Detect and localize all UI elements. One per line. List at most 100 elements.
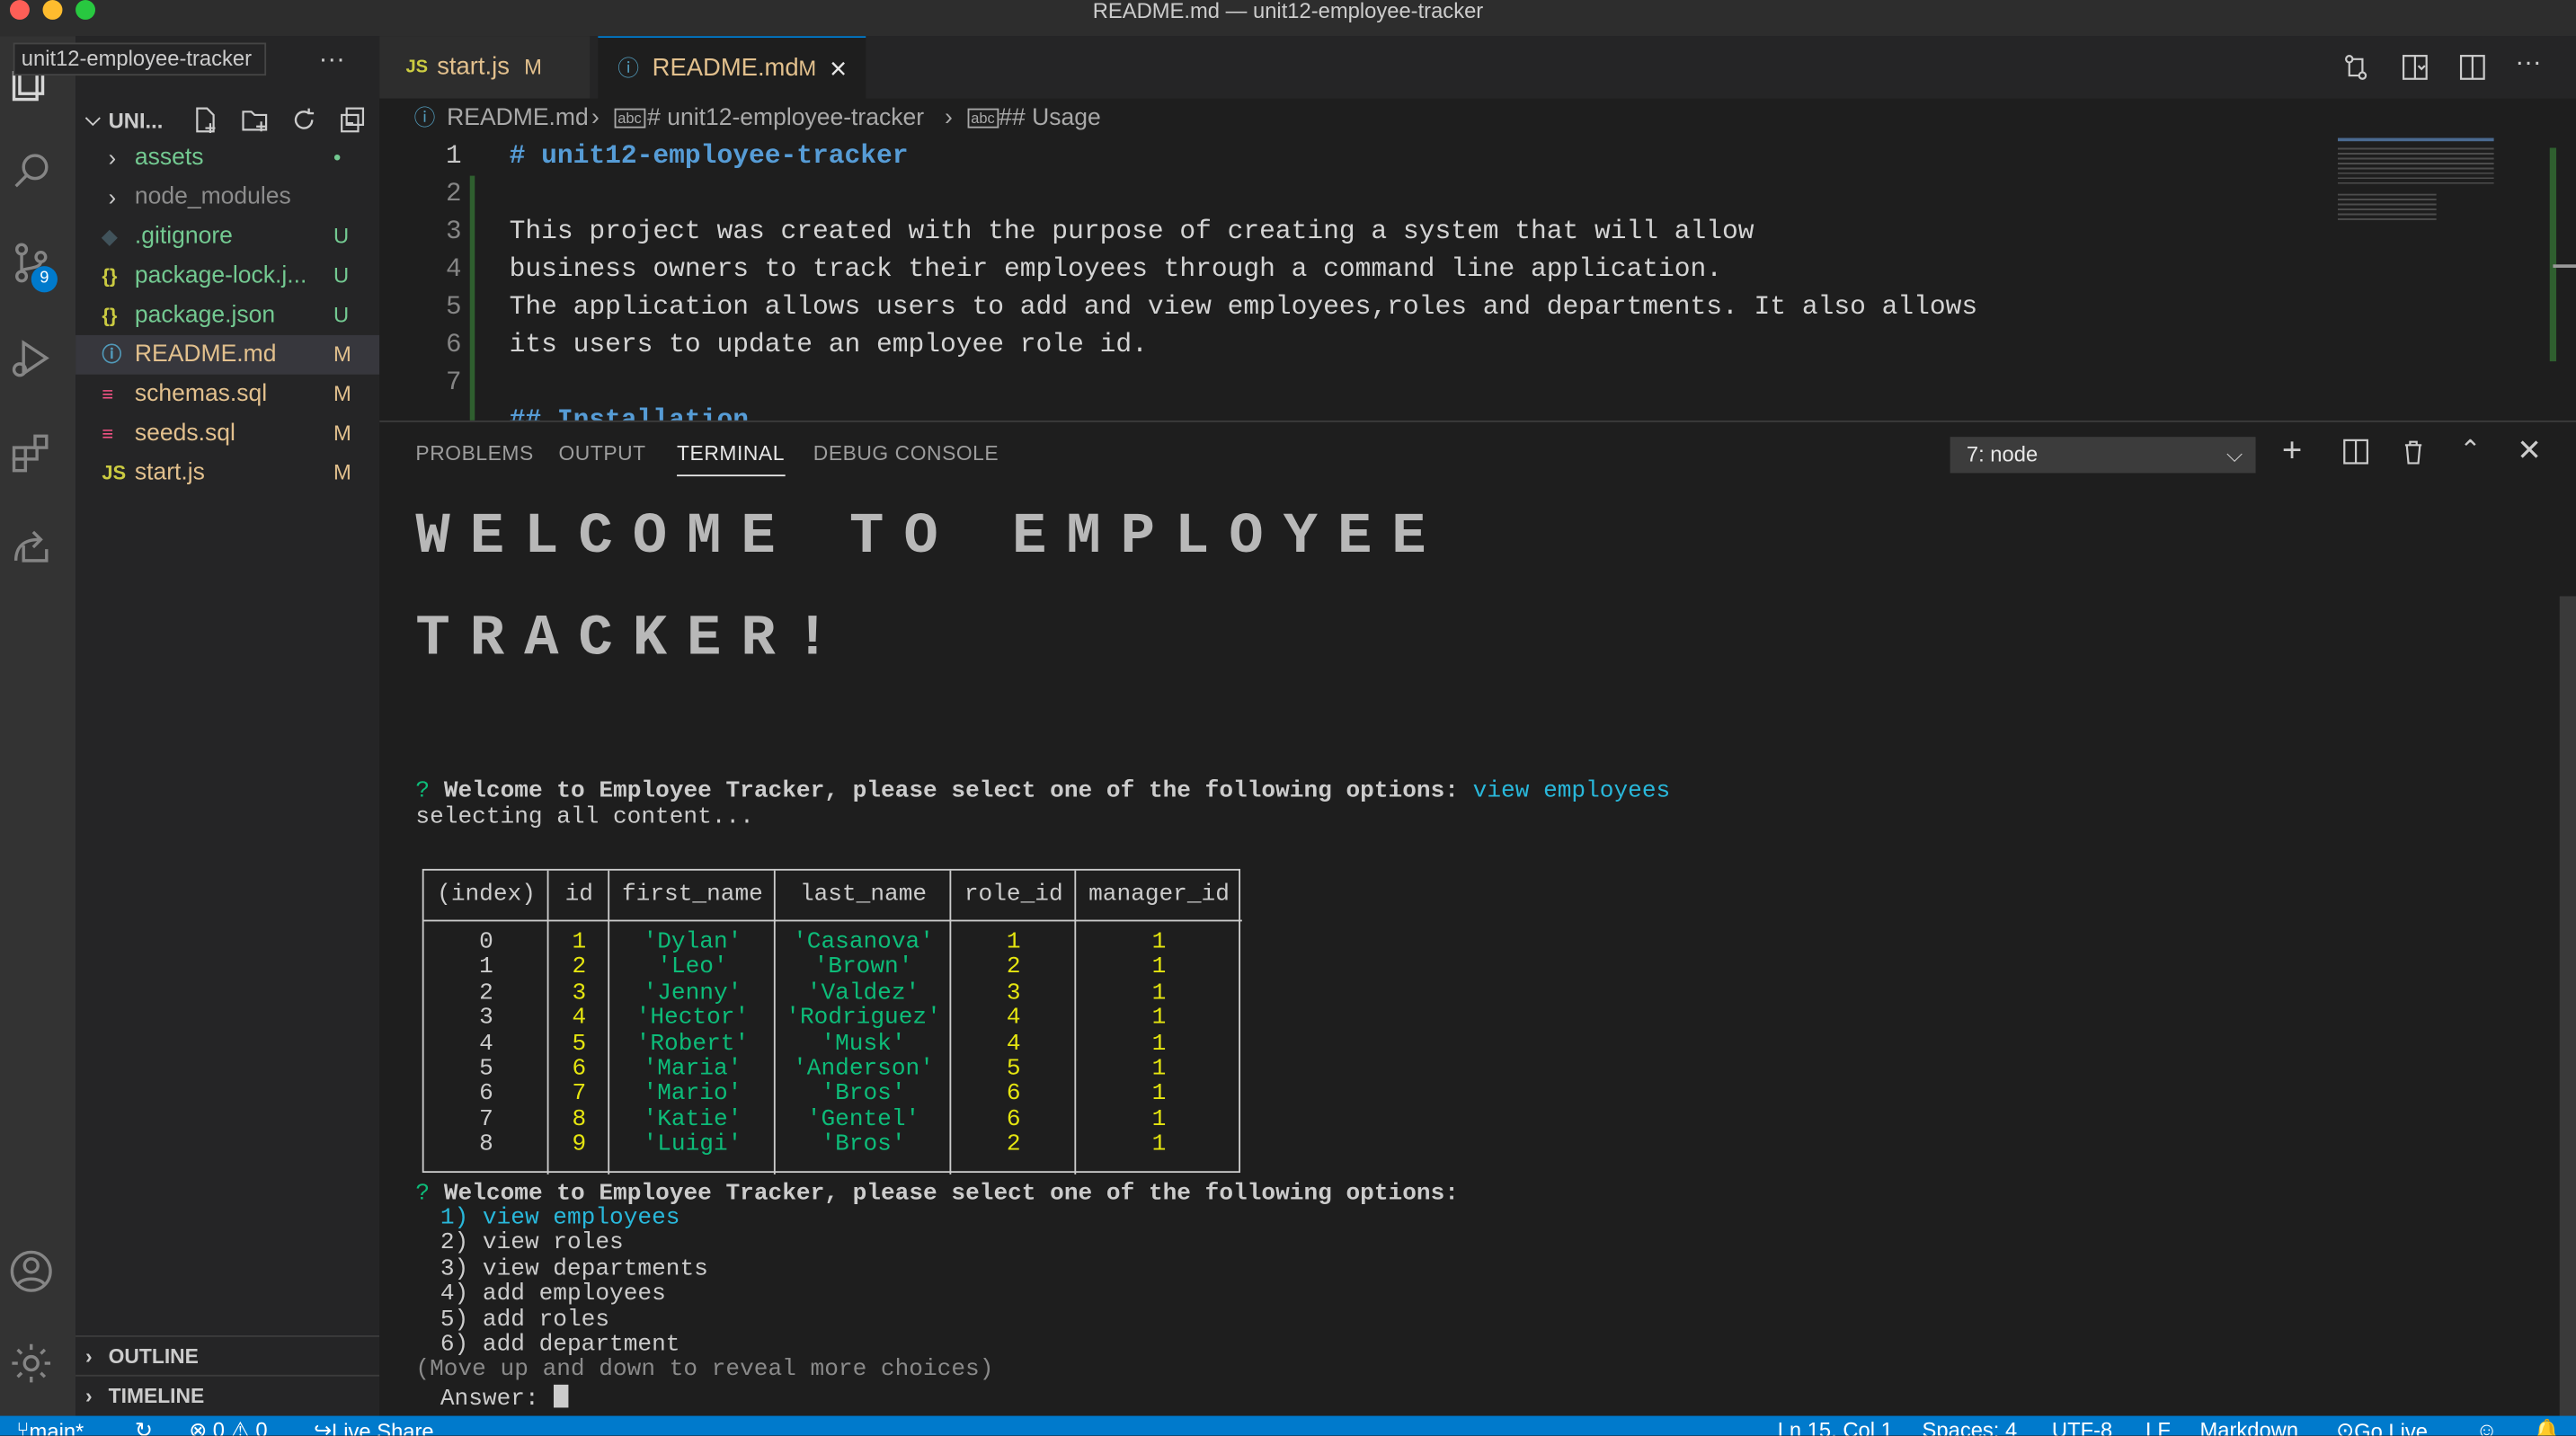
live-share-status[interactable]: ↪ Live Share: [314, 1417, 434, 1435]
extensions-icon[interactable]: [8, 430, 54, 476]
sync-icon[interactable]: ↻: [135, 1417, 153, 1435]
code-line: its users to update an employee role id.: [509, 330, 1148, 360]
git-status-badge: U: [333, 302, 350, 327]
tab-debug-console[interactable]: DEBUG CONSOLE: [813, 442, 999, 465]
chevron-right-icon: ›: [85, 1384, 93, 1408]
menu-option[interactable]: 1) view employees: [440, 1206, 680, 1232]
file-item[interactable]: › assets •: [76, 138, 379, 178]
new-folder-icon[interactable]: [240, 105, 270, 135]
trash-icon[interactable]: [2400, 439, 2426, 465]
feedback-icon[interactable]: ☺: [2476, 1417, 2498, 1435]
go-live-status[interactable]: ⊙ Go Live: [2336, 1417, 2428, 1435]
minimap[interactable]: [2334, 137, 2564, 237]
accounts-icon[interactable]: [8, 1248, 54, 1294]
line-number: 2: [446, 179, 462, 209]
encoding-status[interactable]: UTF-8: [2052, 1417, 2112, 1435]
file-item[interactable]: ≡ schemas.sql M: [76, 375, 379, 414]
close-panel-icon[interactable]: ✕: [2517, 434, 2542, 468]
cursor-position[interactable]: Ln 15, Col 1: [1778, 1417, 1893, 1435]
file-item[interactable]: › node_modules: [76, 177, 379, 217]
table-cell: 8: [572, 1106, 587, 1133]
indentation-status[interactable]: Spaces: 4: [1923, 1417, 2018, 1435]
file-item[interactable]: JS start.js M: [76, 453, 379, 492]
git-status-badge: U: [333, 223, 350, 248]
tab-terminal[interactable]: TERMINAL: [677, 442, 785, 477]
file-item[interactable]: {} package-lock.j... U: [76, 256, 379, 296]
branch-status[interactable]: ⑂ main*: [16, 1417, 84, 1435]
open-preview-icon[interactable]: [2400, 52, 2429, 82]
new-terminal-icon[interactable]: +: [2282, 434, 2302, 468]
table-cell: 'Jenny': [643, 979, 742, 1007]
git-status-badge: •: [333, 144, 342, 170]
branch-label: main*: [29, 1419, 84, 1436]
close-tab-icon[interactable]: ×: [830, 38, 847, 100]
tab-problems[interactable]: PROBLEMS: [415, 442, 533, 465]
info-file-icon: ⓘ: [617, 56, 640, 81]
heading-icon: abc: [967, 108, 999, 129]
terminal-select[interactable]: 7: node ⌵: [1950, 437, 2256, 474]
live-share-label: Live Share: [332, 1419, 434, 1436]
table-cell: 1: [572, 929, 587, 956]
table-cell: 3: [1006, 979, 1021, 1007]
bell-icon[interactable]: 🔔: [2533, 1417, 2560, 1435]
problems-status[interactable]: ⊗ 0 ⚠ 0: [189, 1417, 267, 1435]
settings-gear-icon[interactable]: [8, 1340, 54, 1386]
source-control-icon[interactable]: 9: [8, 240, 58, 293]
prompt-mark: ?: [415, 1181, 431, 1208]
file-item[interactable]: ⓘ README.md M: [76, 334, 380, 375]
table-cell: 'Casanova': [793, 929, 934, 956]
file-item[interactable]: ≡ seeds.sql M: [76, 414, 379, 454]
file-name: seeds.sql: [134, 420, 235, 448]
table-cell: 5: [1006, 1056, 1021, 1083]
menu-option[interactable]: 3) view departments: [440, 1256, 708, 1283]
file-name: package.json: [134, 302, 276, 329]
search-icon[interactable]: [8, 148, 54, 194]
terminal-select-value: 7: node: [1966, 441, 2039, 467]
file-type-icon: ◆: [102, 225, 118, 248]
eol-status[interactable]: LF: [2145, 1417, 2171, 1435]
new-file-icon[interactable]: [191, 105, 220, 135]
refresh-icon[interactable]: [289, 105, 319, 135]
editor-scrollbar[interactable]: [2549, 147, 2557, 362]
line-number: 4: [446, 254, 462, 285]
split-editor-icon[interactable]: [2457, 52, 2487, 82]
menu-option[interactable]: 6) add department: [440, 1333, 680, 1359]
open-changes-icon[interactable]: [2341, 52, 2371, 82]
table-header-cell: (index): [437, 882, 536, 909]
minimize-window-button[interactable]: [42, 0, 63, 20]
breadcrumb-h1[interactable]: # unit12-employee-tracker: [647, 99, 924, 138]
tab-start-js[interactable]: JS start.js M: [379, 36, 591, 99]
table-header-cell: last_name: [799, 882, 928, 909]
run-debug-icon[interactable]: [8, 335, 54, 381]
timeline-section[interactable]: › TIMELINE: [76, 1374, 380, 1414]
file-item[interactable]: ◆ .gitignore U: [76, 217, 379, 256]
terminal-scrollbar[interactable]: [2559, 596, 2576, 1418]
menu-option[interactable]: 4) add employees: [440, 1281, 666, 1308]
split-terminal-icon[interactable]: [2342, 439, 2368, 465]
workspace-tooltip: unit12-employee-tracker: [13, 42, 267, 76]
breadcrumb-file[interactable]: README.md: [447, 99, 589, 138]
file-item[interactable]: {} package.json U: [76, 296, 379, 335]
more-actions-icon[interactable]: ···: [319, 46, 345, 75]
language-mode[interactable]: Markdown: [2199, 1417, 2298, 1435]
outline-section[interactable]: › OUTLINE: [76, 1335, 380, 1375]
collapse-all-icon[interactable]: [339, 105, 369, 135]
menu-option[interactable]: 2) view roles: [440, 1231, 624, 1258]
close-window-button[interactable]: [9, 0, 30, 20]
breadcrumb-h2[interactable]: ## Usage: [999, 99, 1100, 138]
tab-output[interactable]: OUTPUT: [558, 442, 645, 465]
table-cell: 'Robert': [635, 1031, 750, 1058]
live-share-icon[interactable]: [8, 522, 54, 568]
more-actions-icon[interactable]: ···: [2515, 49, 2541, 79]
tab-readme-md[interactable]: ⓘ README.md M ×: [598, 36, 866, 100]
explorer-root-header[interactable]: ⌵ UNI...: [76, 102, 379, 137]
table-header-cell: role_id: [964, 882, 1063, 909]
table-column: role_id 1 2 3 4 4 5 6 6 2: [951, 870, 1077, 1175]
editor-pane[interactable]: 1 # unit12-employee-tracker 2 3 This project…: [379, 137, 2576, 421]
chevron-up-icon[interactable]: ⌃: [2459, 434, 2482, 467]
maximize-window-button[interactable]: [76, 0, 96, 20]
employees-table: (index) 0 1 2 3 4 5 6 7 8 id 1 2 3 4 5 6 7 8 9 first_name 'Dy…: [422, 868, 1242, 1175]
menu-option[interactable]: 5) add roles: [440, 1307, 609, 1334]
answer-line[interactable]: Answer:: [440, 1384, 568, 1414]
table-cell: 'Leo': [657, 954, 728, 981]
